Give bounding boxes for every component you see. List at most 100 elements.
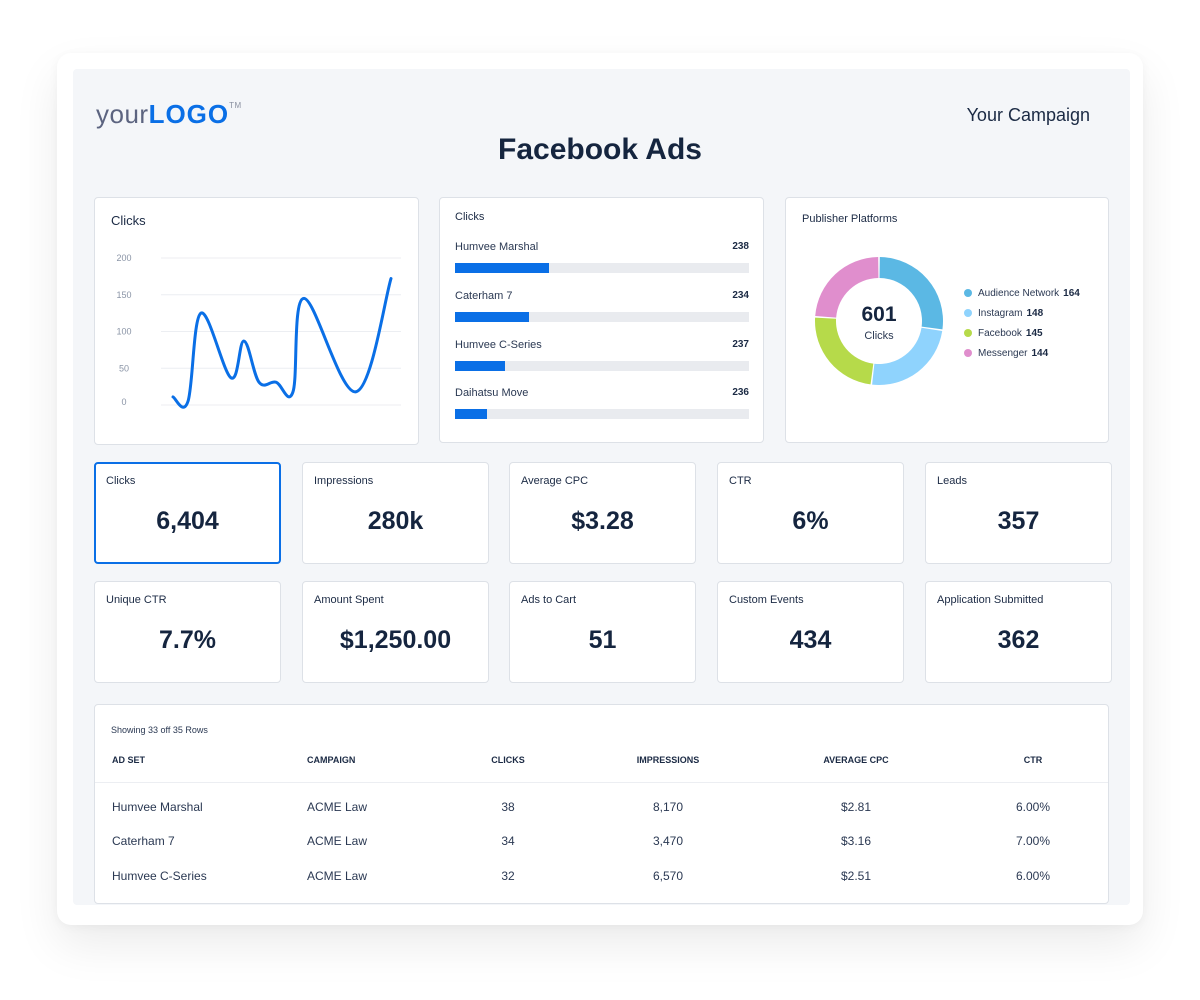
legend-label: Facebook <box>978 327 1022 339</box>
legend-item: Audience Network 164 <box>964 283 1080 303</box>
column-header[interactable]: AD SET <box>112 755 145 765</box>
bar <box>455 312 529 322</box>
logo-trademark: TM <box>229 101 242 110</box>
kpi-card-application-submitted[interactable]: Application Submitted 362 <box>925 581 1112 683</box>
table-cell: 7.00% <box>1015 834 1051 848</box>
legend-swatch-icon <box>964 329 972 337</box>
page-title: Facebook Ads <box>498 133 702 166</box>
bar-chart-title: Clicks <box>455 211 485 223</box>
bar-value: 237 <box>732 339 749 350</box>
bar-track <box>455 361 749 371</box>
table-cell: ACME Law <box>307 834 368 848</box>
kpi-label: Custom Events <box>729 594 804 606</box>
kpi-card-ads-to-cart[interactable]: Ads to Cart 51 <box>509 581 696 683</box>
table-row-count: Showing 33 off 35 Rows <box>111 725 208 735</box>
logo-prefix: your <box>96 99 149 129</box>
table-cell: 6,570 <box>652 869 684 883</box>
bar-track <box>455 312 749 322</box>
clicks-series-line <box>171 277 393 409</box>
table-cell: 38 <box>501 800 515 814</box>
table-header-divider <box>95 782 1108 783</box>
legend-value: 145 <box>1025 327 1043 339</box>
bar-label: Humvee Marshal <box>455 241 539 253</box>
clicks-bar-chart-card: Clicks Humvee Marshal 238 Caterham 7 234 Hum… <box>439 197 764 443</box>
y-tick-label: 0 <box>121 397 126 407</box>
bar-value: 236 <box>732 387 749 398</box>
kpi-card-impressions[interactable]: Impressions 280k <box>302 462 489 564</box>
logo: yourLOGOTM <box>96 99 242 130</box>
column-header[interactable]: AVERAGE CPC <box>823 755 888 765</box>
kpi-card-ctr[interactable]: CTR 6% <box>717 462 904 564</box>
table-cell: 6.00% <box>1015 869 1051 883</box>
kpi-value: 51 <box>588 626 617 654</box>
kpi-value: 6,404 <box>156 507 219 535</box>
kpi-card-unique-ctr[interactable]: Unique CTR 7.7% <box>94 581 281 683</box>
kpi-value: 7.7% <box>159 626 216 654</box>
kpi-value: 6% <box>792 507 829 535</box>
bar-label: Humvee C-Series <box>455 339 542 351</box>
legend-item: Instagram 148 <box>964 303 1080 323</box>
kpi-label: Ads to Cart <box>521 594 577 606</box>
kpi-label: Leads <box>937 475 967 487</box>
legend-swatch-icon <box>964 289 972 297</box>
column-header[interactable]: IMPRESSIONS <box>637 755 700 765</box>
bar-label: Daihatsu Move <box>455 387 529 399</box>
y-tick-label: 50 <box>119 363 129 373</box>
kpi-value: $3.28 <box>571 507 634 535</box>
legend-item: Facebook 145 <box>964 323 1080 343</box>
kpi-card-average-cpc[interactable]: Average CPC $3.28 <box>509 462 696 564</box>
table-cell: Humvee Marshal <box>112 800 203 814</box>
ad-sets-table: Showing 33 off 35 Rows AD SET CAMPAIGN CLI… <box>94 704 1109 904</box>
bar-value: 234 <box>732 290 749 301</box>
clicks-line-chart-card: Clicks 0 50 100 150 200 <box>94 197 419 445</box>
table-cell: 34 <box>501 834 515 848</box>
kpi-label: CTR <box>729 475 752 487</box>
legend-label: Messenger <box>978 347 1028 359</box>
kpi-label: Average CPC <box>521 475 589 487</box>
y-tick-label: 150 <box>116 290 131 300</box>
table-cell: ACME Law <box>307 869 368 883</box>
donut-center-value: 601 <box>861 303 897 326</box>
donut-chart-title: Publisher Platforms <box>802 213 898 225</box>
legend-label: Audience Network <box>978 287 1060 299</box>
kpi-label: Impressions <box>314 475 374 487</box>
campaign-name: Your Campaign <box>966 105 1090 125</box>
bar <box>455 263 550 273</box>
donut-slice <box>815 317 874 385</box>
legend-item: Messenger 144 <box>964 343 1080 363</box>
kpi-value: $1,250.00 <box>339 626 452 654</box>
legend-value: 164 <box>1063 287 1080 299</box>
table-cell: 6.00% <box>1015 800 1051 814</box>
legend-label: Instagram <box>978 307 1023 319</box>
column-header[interactable]: CLICKS <box>491 755 525 765</box>
donut-center-label: Clicks <box>864 330 894 342</box>
kpi-label: Application Submitted <box>937 594 1044 606</box>
table-cell: $3.16 <box>840 834 872 848</box>
y-tick-label: 100 <box>116 327 131 337</box>
y-tick-label: 200 <box>116 253 131 263</box>
donut-legend: Audience Network 164 Instagram 148 Facebook 1… <box>964 283 1080 363</box>
logo-brand: LOGO <box>148 99 230 129</box>
legend-swatch-icon <box>964 309 972 317</box>
column-header[interactable]: CTR <box>1024 755 1043 765</box>
publisher-platforms-card: Publisher Platforms 601 Clicks Audience … <box>785 197 1109 443</box>
table-cell: 32 <box>501 869 515 883</box>
table-cell: Caterham 7 <box>112 834 175 848</box>
bar-label: Caterham 7 <box>455 290 513 302</box>
legend-value: 144 <box>1031 347 1049 359</box>
table-cell: 8,170 <box>652 800 684 814</box>
table-cell: 3,470 <box>652 834 684 848</box>
table-cell: $2.81 <box>840 800 872 814</box>
kpi-card-leads[interactable]: Leads 357 <box>925 462 1112 564</box>
kpi-value: 357 <box>997 507 1040 535</box>
kpi-label: Amount Spent <box>314 594 384 606</box>
legend-swatch-icon <box>964 349 972 357</box>
bar-value: 238 <box>732 241 749 252</box>
kpi-card-amount-spent[interactable]: Amount Spent $1,250.00 <box>302 581 489 683</box>
kpi-card-clicks[interactable]: Clicks 6,404 <box>94 462 281 564</box>
kpi-value: 362 <box>997 626 1040 654</box>
column-header[interactable]: CAMPAIGN <box>307 755 355 765</box>
kpi-label: Unique CTR <box>106 594 167 606</box>
kpi-card-custom-events[interactable]: Custom Events 434 <box>717 581 904 683</box>
table-cell: Humvee C-Series <box>112 869 207 883</box>
